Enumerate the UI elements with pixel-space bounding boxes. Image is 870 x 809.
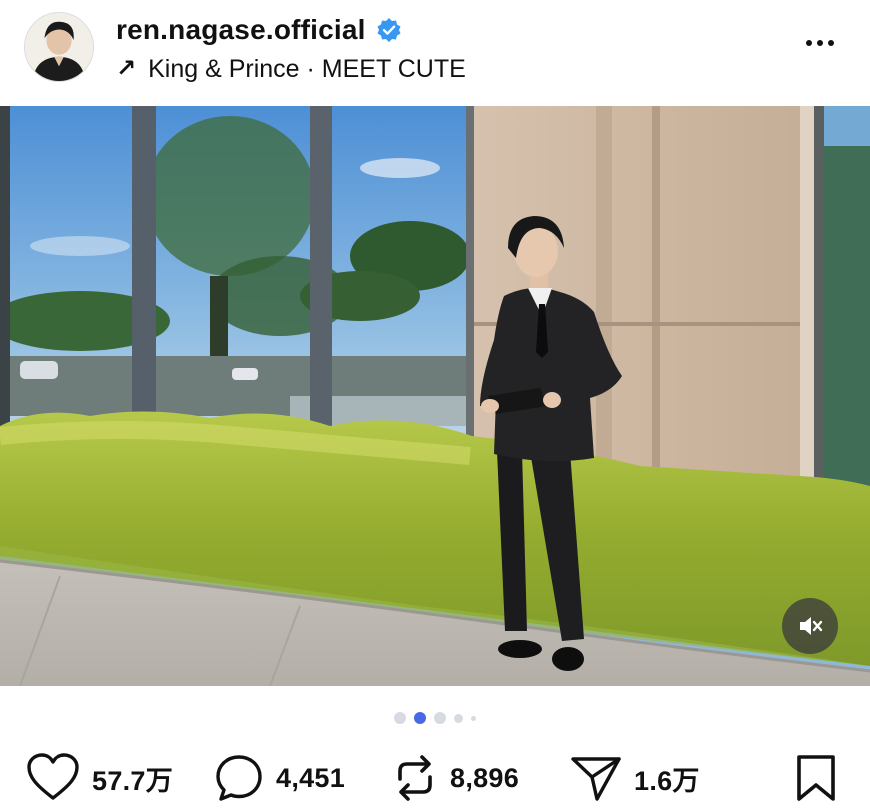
comment-bubble-icon: [216, 755, 262, 801]
paper-plane-icon: [571, 757, 621, 801]
mute-button[interactable]: [782, 598, 838, 654]
speaker-muted-icon: [800, 617, 823, 635]
post-photo[interactable]: [0, 106, 870, 686]
verified-badge-icon: [376, 17, 402, 43]
username[interactable]: ren.nagase.official: [116, 14, 366, 46]
carousel-dot[interactable]: [454, 713, 463, 723]
more-dots-icon: [806, 40, 812, 46]
comment-count: 4,451: [276, 762, 346, 793]
post-photo-illustration: [0, 106, 870, 686]
carousel-dot[interactable]: [434, 712, 446, 724]
music-track-label: King & Prince · MEET CUTE: [148, 54, 466, 83]
carousel-dot-active[interactable]: [414, 712, 426, 724]
carousel-dot[interactable]: [394, 712, 406, 724]
heart-icon: [27, 753, 79, 800]
action-bar: 57.7万 4,451 8,896 1.6万: [0, 748, 870, 808]
arrow-up-right-icon: ↗: [116, 55, 137, 82]
carousel-dot[interactable]: [471, 715, 476, 721]
share-count: 1.6万: [634, 765, 700, 796]
more-options-button[interactable]: [800, 28, 840, 58]
share-button[interactable]: 1.6万: [570, 748, 700, 808]
comment-button[interactable]: 4,451: [214, 748, 345, 808]
carousel-indicator: [0, 708, 870, 728]
username-row: ren.nagase.official: [116, 12, 402, 48]
music-attribution[interactable]: ↗ King & Prince · MEET CUTE: [116, 54, 466, 84]
avatar-image: [25, 13, 93, 81]
avatar[interactable]: [24, 12, 94, 82]
repost-button[interactable]: 8,896: [392, 748, 519, 808]
repost-count: 8,896: [450, 762, 520, 793]
repost-icon: [398, 755, 432, 801]
post-header: ren.nagase.official ↗ King & Prince · ME…: [0, 0, 870, 106]
save-button[interactable]: [794, 748, 838, 808]
bookmark-icon: [797, 755, 835, 801]
like-button[interactable]: 57.7万: [26, 748, 173, 808]
like-count: 57.7万: [92, 765, 174, 796]
